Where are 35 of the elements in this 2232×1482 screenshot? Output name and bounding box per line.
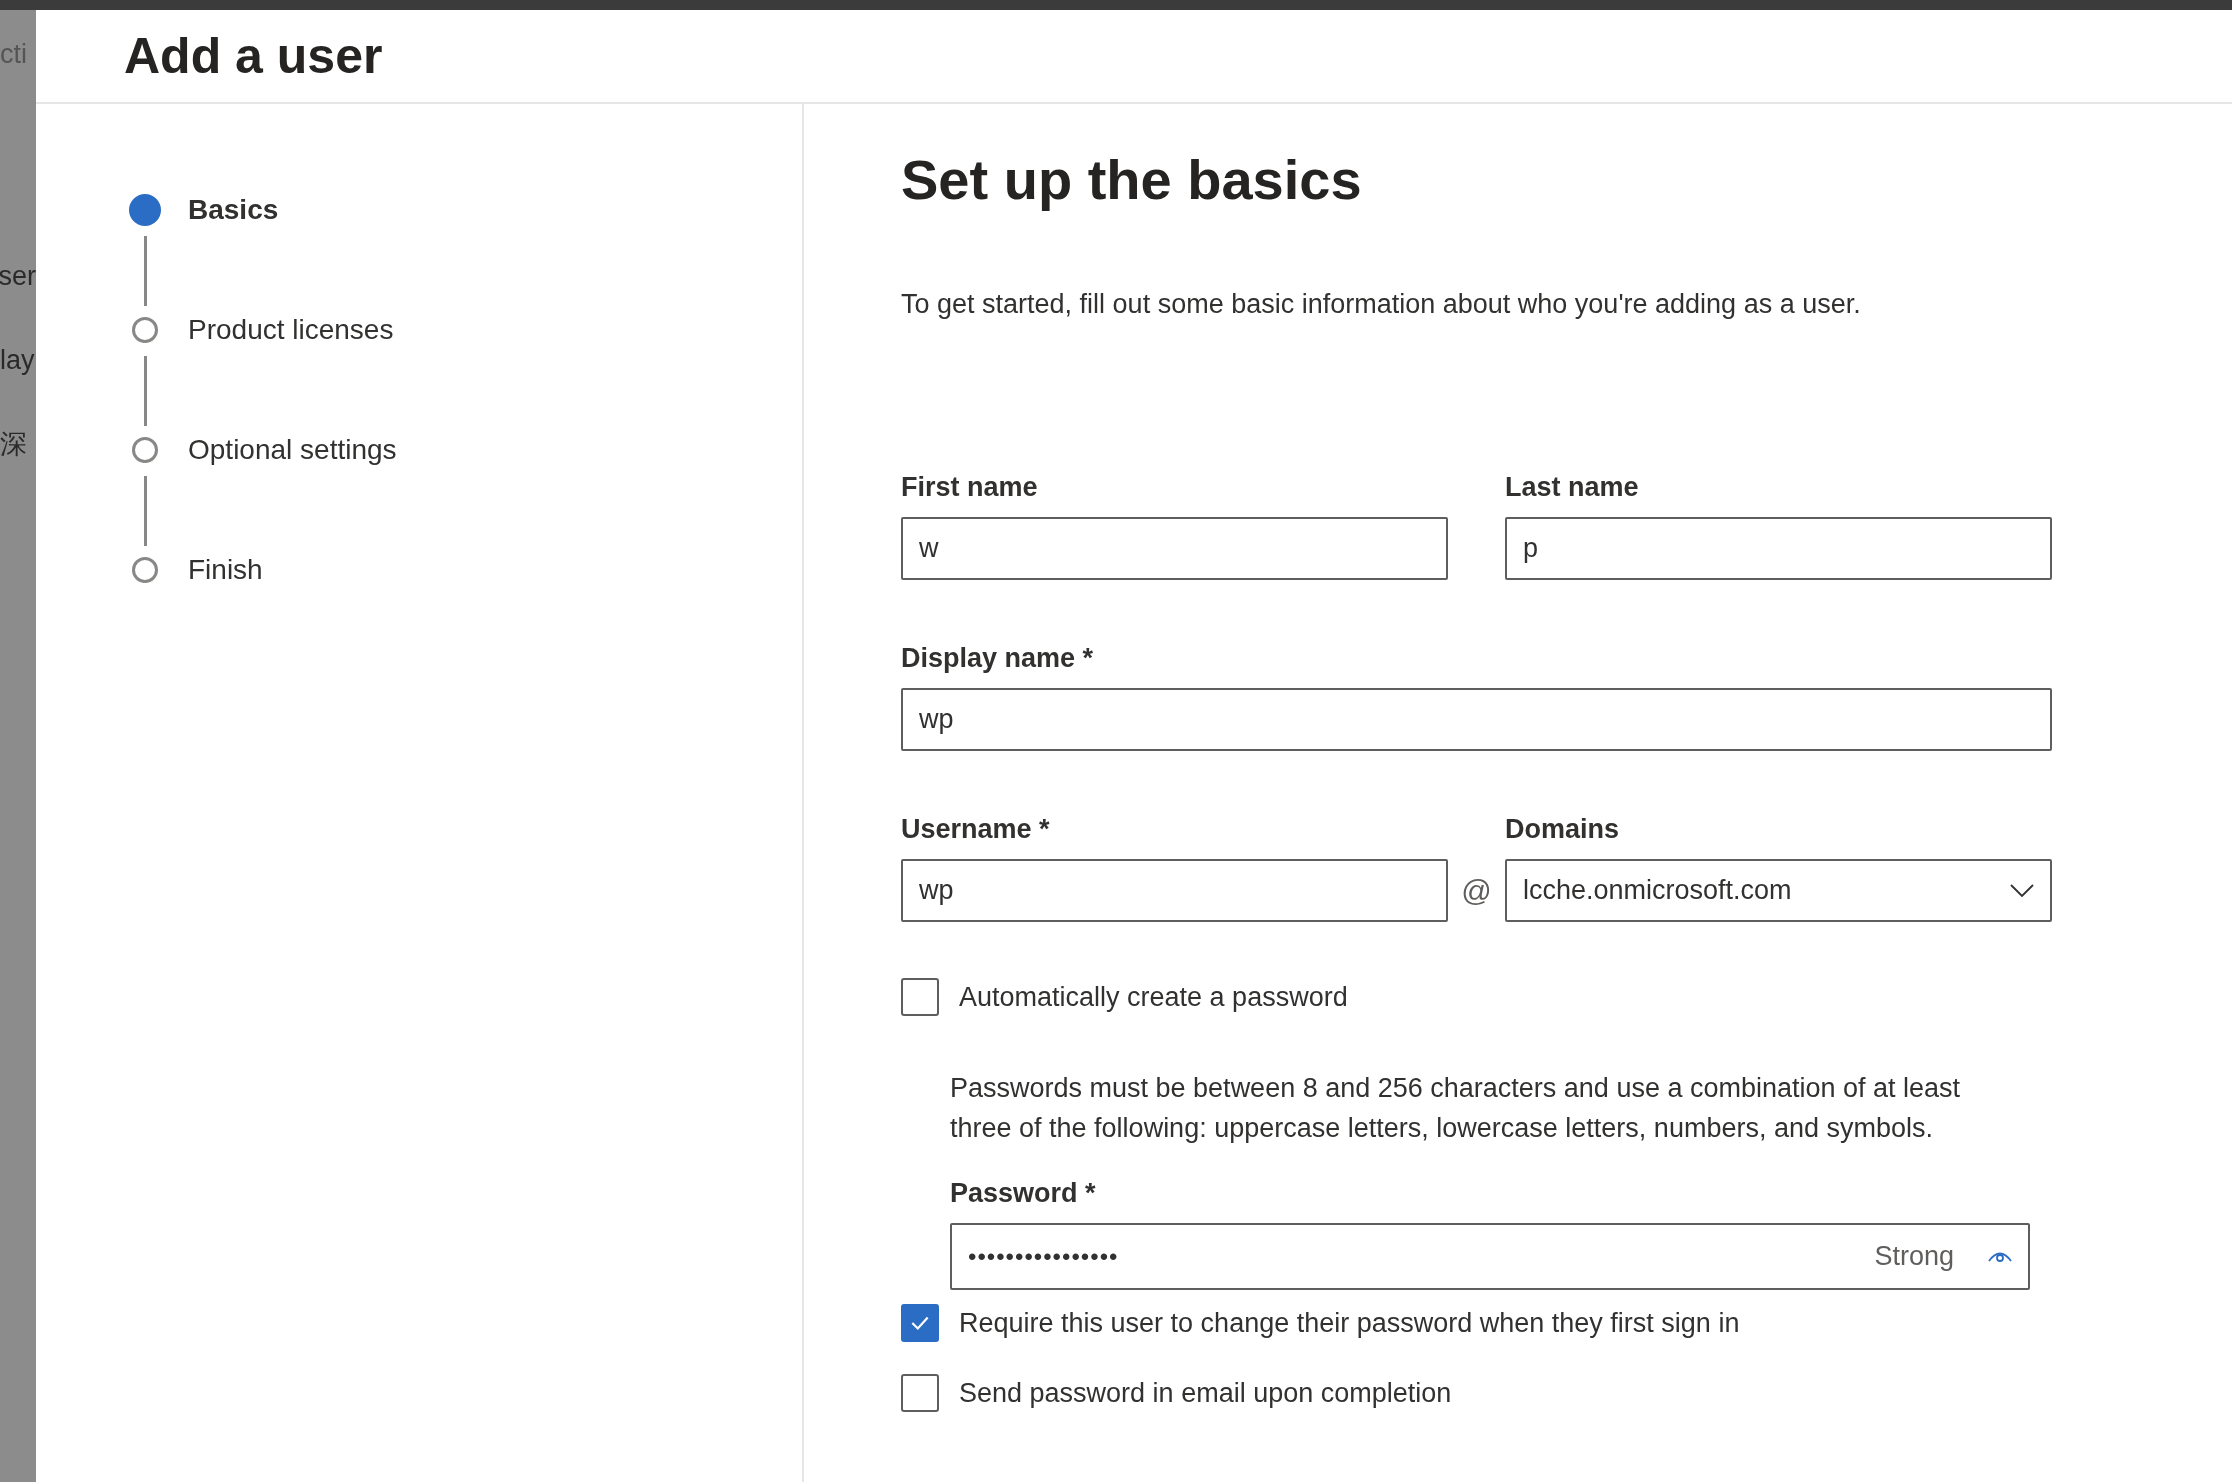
last-name-field[interactable]: p xyxy=(1505,517,2052,580)
checkbox[interactable] xyxy=(901,978,939,1016)
description: To get started, fill out some basic information about who you're adding as a user. xyxy=(901,289,1862,320)
field-label: Display name * xyxy=(901,643,1095,674)
step-label[interactable]: Basics xyxy=(188,194,279,226)
checkbox-label: Require this user to change their password when they first sign in xyxy=(959,1307,1740,1339)
checkbox[interactable] xyxy=(901,1304,939,1342)
background-text: ser xyxy=(0,260,36,292)
step-label[interactable]: Finish xyxy=(188,554,263,586)
step-label[interactable]: Product licenses xyxy=(188,314,394,346)
step-connector xyxy=(143,236,147,306)
checkbox[interactable] xyxy=(901,1374,939,1412)
chevron-down-icon xyxy=(2010,883,2034,898)
background-text: lay xyxy=(0,344,36,376)
field-label: Last name xyxy=(1505,472,1640,503)
section-heading: Set up the basics xyxy=(901,147,1363,213)
first-name-field[interactable]: w xyxy=(901,517,1448,580)
password-field[interactable]: •••••••••••••••• Strong xyxy=(950,1223,2030,1290)
field-label: Password * xyxy=(950,1178,1097,1209)
username-field[interactable]: wp xyxy=(901,859,1448,922)
domains-dropdown[interactable]: lcche.onmicrosoft.com xyxy=(1505,859,2052,922)
password-requirements: Passwords must be between 8 and 256 characters and use a combination of at least three of the following: uppercase letters, lowercase letters, numbers, and symbols. xyxy=(950,1072,1962,1145)
field-label: First name xyxy=(901,472,1039,503)
field-label: Username * xyxy=(901,814,1051,845)
checkbox-label: Send password in email upon completion xyxy=(959,1377,1452,1409)
display-name-field[interactable]: wp xyxy=(901,688,2052,751)
at-sign: @ xyxy=(1461,873,1492,908)
strength-text: Strong xyxy=(1874,1241,1954,1272)
panel-title: Add a user xyxy=(124,27,383,85)
field-label: Domains xyxy=(1505,814,1621,845)
step-connector xyxy=(143,356,147,426)
checkbox-label: Automatically create a password xyxy=(959,981,1348,1013)
background-text: 深 xyxy=(0,428,28,460)
step-label[interactable]: Optional settings xyxy=(188,434,397,466)
step-connector xyxy=(143,476,147,546)
